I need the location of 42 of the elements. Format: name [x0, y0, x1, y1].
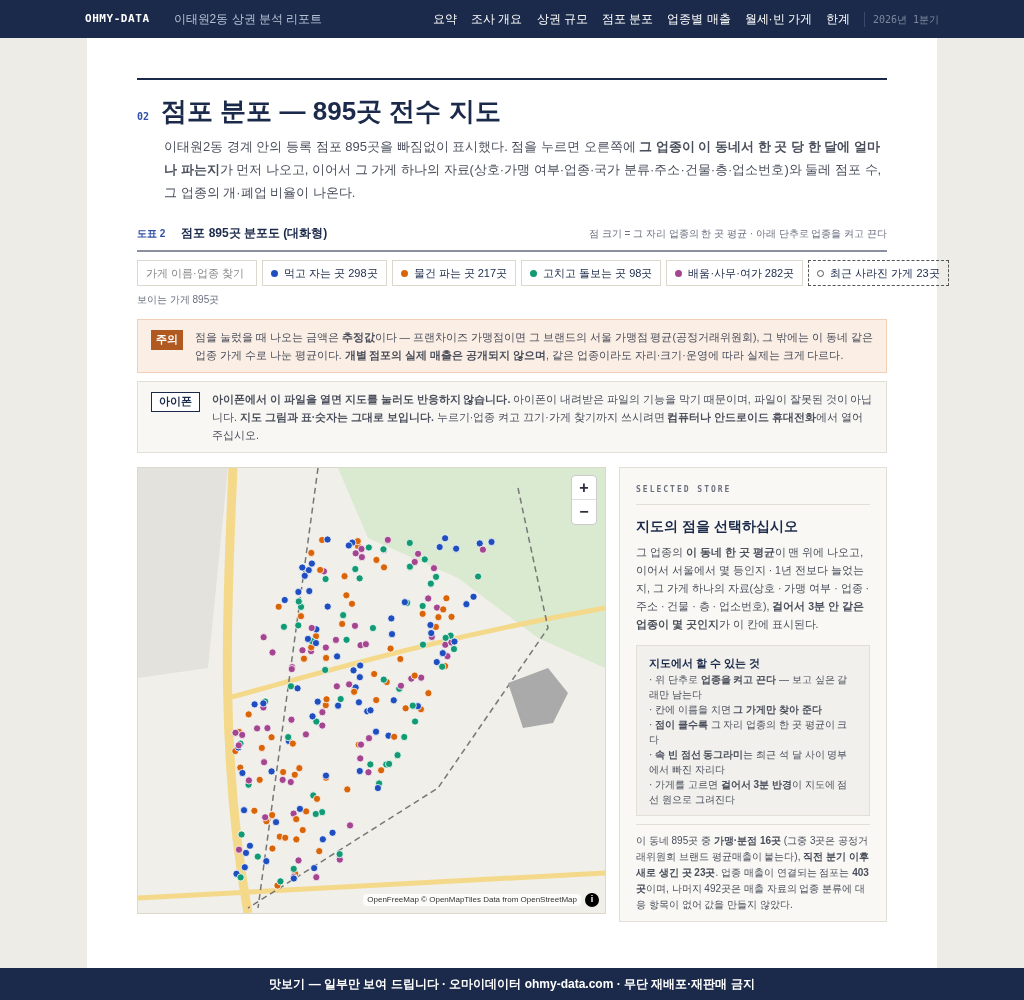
period-label: 2026년 1분기 — [863, 11, 939, 27]
category-filter-chip[interactable]: 고치고 돌보는 곳 98곳 — [521, 260, 662, 286]
help-item: · 위 단추로 업종을 켜고 끈다 — 보고 싶은 갈래만 남는다 — [649, 673, 849, 703]
notice-text: 아이폰에서 이 파일을 열면 지도를 눌러도 반응하지 않습니다. 아이폰이 내려받은 파일의 기능을 막기 때문이며, 파일이 잘못된 것이 아닙니다. 지도 그림과 표·숫자는 그대로 보입니다. 누르기·업종 켜고 끄기·가게 찾기까지 쓰시려면 컴퓨터나 안드로이드 휴대전화에서 열어 주십시오. — [212, 392, 873, 443]
nav-link[interactable]: 한계 — [825, 10, 850, 28]
brand-logo[interactable]: OHMY-DATA — [85, 10, 150, 28]
visible-count: 보이는 가게 895곳 — [137, 293, 221, 307]
nav-link[interactable]: 요약 — [433, 10, 458, 28]
zoom-in-button[interactable]: + — [572, 476, 596, 500]
help-item: · 칸에 이름을 치면 그 가게만 찾아 준다 — [649, 703, 823, 718]
help-item: · 가게를 고르면 걸어서 3분 반경이 지도에 점선 원으로 그려진다 — [649, 778, 849, 808]
notice-tag: 주의 — [151, 330, 183, 350]
intro-paragraph: 이태원2동 경계 안의 등록 점포 895곳을 빠짐없이 표시했다. 점을 누르면 오른쪽에 그 업종이 이 동네서 한 곳 당 한 달에 얼마나 파는지가 먼저 나오고, 이어서 그 가게 하나의 자료(상호·가맹 여부·업종·국가 분류·주소·건물·층·업소번호)와 둘레 점포 수, 그 업종의 개·폐업 비율이 나온다. — [164, 138, 883, 202]
figure-title: 점포 895곳 분포도 (대화형) — [181, 225, 328, 242]
map-attribution: OpenFreeMap © OpenMapTiles Data from OpenStreetMap — [363, 894, 581, 906]
panel-eyebrow: SELECTED STORE — [636, 484, 870, 505]
help-item: · 점이 클수록 그 자리 업종의 한 곳 평균이 크다 — [649, 718, 849, 748]
nav-link[interactable]: 월세·빈 가게 — [744, 10, 812, 28]
closed-stores-filter-chip[interactable]: 최근 사라진 가게 23곳 — [808, 260, 949, 286]
figure-note: 점 크기 = 그 자리 업종의 한 곳 평균 · 아래 단추로 업종을 켜고 끈다 — [588, 227, 887, 241]
notice-tag: 아이폰 — [151, 392, 200, 412]
panel-title: 지도의 점을 선택하십시오 — [636, 518, 799, 536]
nav-link[interactable]: 점포 분포 — [601, 10, 654, 28]
panel-description: 그 업종의 이 동네 한 곳 평균이 맨 위에 나오고, 이어서 서울에서 몇 등인지 · 1년 전보다 늘었는지, 그 가게 하나의 자료(상호 · 가맹 여부 · 업종 · 주소 · 건물 · 층 · 업소번호), 걸어서 3분 안 같은 업종이 몇 곳인지가 이 칸에 표시된다. — [636, 545, 870, 633]
nav-link[interactable]: 상권 규모 — [536, 10, 588, 28]
figure-label: 도표 2 — [137, 227, 166, 241]
help-title: 지도에서 할 수 있는 것 — [649, 656, 762, 672]
panel-summary: 이 동네 895곳 중 가맹·분점 16곳 (그중 3곳은 공정거래위원회 브랜드 평균매출이 붙는다), 직전 분기 이후 새로 생긴 곳 23곳. 업종 매출이 연결되는 점포는 403곳이며, 나머지 492곳은 매출 자료의 업종 분류에 대응 항목이 없어 값을 만들지 않았다. — [636, 824, 870, 914]
nav-link[interactable]: 조사 개요 — [471, 10, 523, 28]
notice-text: 점을 눌렀을 때 나오는 금액은 추정값이다 — 프랜차이즈 가맹점이면 그 브랜드의 서울 가맹점 평균(공정거래위원회), 그 밖에는 이 동네 같은 업종 가게 수로 나눈 평균이다. 개별 점포의 실제 매출은 공개되지 않으며, 같은 업종이라도 자리·크기·운영에 따라 실제는 크게 다르다. — [195, 330, 873, 363]
zoom-out-button[interactable]: − — [572, 500, 596, 524]
category-filter-chip[interactable]: 물건 파는 곳 217곳 — [391, 260, 517, 286]
nav-link[interactable]: 업종별 매출 — [667, 10, 731, 28]
section-number: 02 — [137, 110, 150, 124]
banner-text: 맛보기 — 일부만 보여 드립니다 · 오마이데이터 ohmy-data.com · 무단 재배포·재판매 금지 — [269, 976, 755, 993]
category-filter-chip[interactable]: 먹고 자는 곳 298곳 — [262, 260, 387, 286]
help-item: · 속 빈 점선 동그라미는 최근 석 달 사이 명부에서 빠진 자리다 — [649, 748, 849, 778]
category-filter-chip[interactable]: 배움·사무·여가 282곳 — [666, 260, 804, 286]
report-title: 이태원2동 상권 분석 리포트 — [173, 11, 323, 28]
section-title: 점포 분포 — 895곳 전수 지도 — [161, 95, 501, 128]
search-field[interactable]: 가게 이름·업종 찾기 — [137, 260, 257, 286]
store-map[interactable]: + − OpenFreeMap © OpenMapTiles Data from OpenStreetMap i — [137, 467, 606, 914]
